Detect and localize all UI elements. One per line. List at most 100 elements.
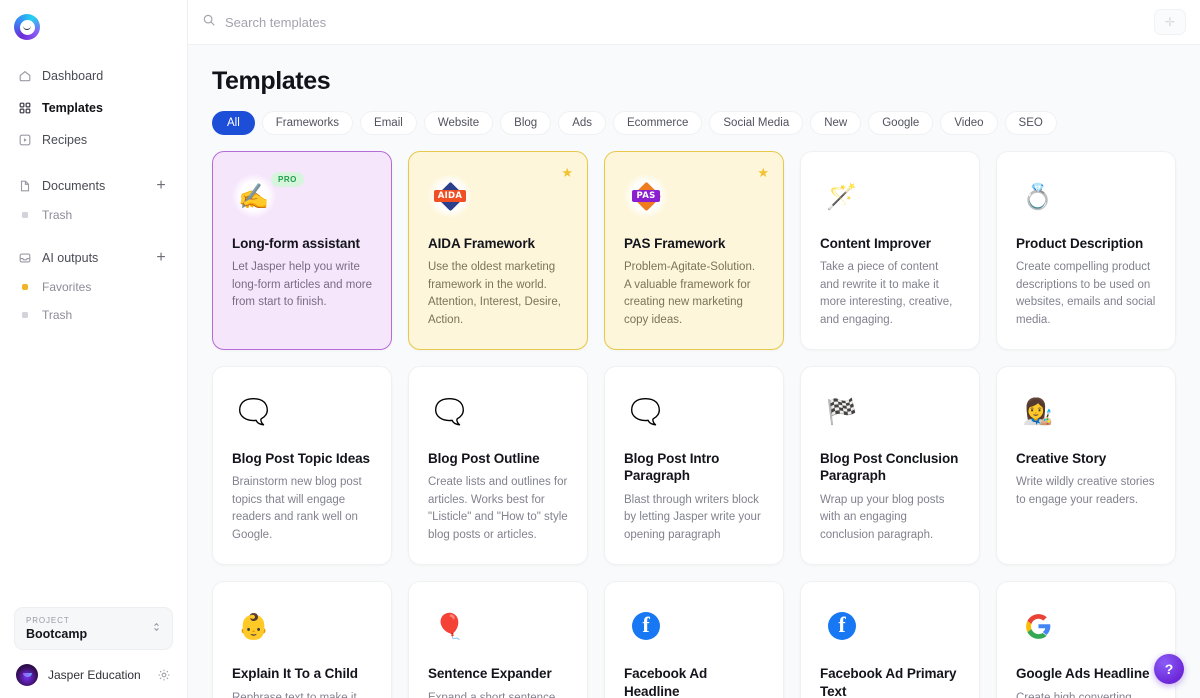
template-title: AIDA Framework [428,235,568,252]
gear-icon[interactable] [157,668,171,682]
template-title: Content Improver [820,235,960,252]
template-icon: 🪄 [820,174,864,218]
template-title: Blog Post Intro Paragraph [624,450,764,485]
filter-chip-frameworks[interactable]: Frameworks [262,111,353,135]
sidebar-item-label: Trash [42,208,72,222]
add-document-button[interactable]: + [153,178,169,194]
template-icon: 💍 [1016,174,1060,218]
template-card[interactable]: Google Ads HeadlineCreate high convertin… [996,581,1176,698]
balloon-emoji: 🎈 [434,614,465,639]
template-title: Facebook Ad Headline [624,665,764,698]
template-card[interactable]: 💍Product DescriptionCreate compelling pr… [996,151,1176,350]
template-card[interactable]: ★PASPAS FrameworkProblem-Agitate-Solutio… [604,151,784,350]
filter-chip-seo[interactable]: SEO [1005,111,1057,135]
sidebar-item-favorites[interactable]: Favorites [10,274,177,300]
search-input[interactable] [225,15,1144,30]
template-card[interactable]: 🗨️ Blog Post Outline Create lists and outl… [408,366,588,565]
filter-chip-website[interactable]: Website [424,111,493,135]
template-description: Use the oldest marketing framework in th… [428,259,568,329]
template-card[interactable]: 🎈Sentence ExpanderExpand a short sentenc… [408,581,588,698]
sidebar-item-templates[interactable]: Templates [10,94,177,122]
template-icon: f [820,604,864,648]
template-card[interactable]: 👶Explain It To a ChildRephrase text to m… [212,581,392,698]
template-title: Blog Post Outline [428,450,568,467]
filter-chip-video[interactable]: Video [940,111,997,135]
filter-chip-email[interactable]: Email [360,111,417,135]
templates-grid: PRO✍️Long-form assistantLet Jasper help … [212,151,1176,698]
filter-chip-blog[interactable]: Blog [500,111,551,135]
user-name: Jasper Education [48,668,147,682]
template-description: Brainstorm new blog post topics that wil… [232,474,372,544]
ring-emoji: 💍 [1022,184,1053,209]
sidebar-item-label: Documents [42,179,143,193]
help-button[interactable]: ? [1154,654,1184,684]
template-icon: ✍️ [232,174,276,218]
template-card[interactable]: fFacebook Ad HeadlineGenerate scroll-sto… [604,581,784,698]
filter-chip-all[interactable]: All [212,111,255,135]
template-card[interactable]: 🗨️Blog Post Topic IdeasBrainstorm new bl… [212,366,392,565]
inbox-icon [18,251,32,265]
add-ai-output-button[interactable]: + [153,250,169,266]
template-card[interactable]: 👩‍🎨Creative StoryWrite wildly creative s… [996,366,1176,565]
speech-balloon-emoji: 🗨️ [238,399,269,424]
sidebar-item-recipes[interactable]: Recipes [10,126,177,154]
template-description: Write wildly creative stories to engage … [1016,474,1156,509]
star-icon[interactable]: ★ [561,166,573,179]
template-icon: 🗨️ [624,389,668,433]
favorite-dot-icon [18,284,32,290]
template-card[interactable]: fFacebook Ad Primary TextCreate high con… [800,581,980,698]
template-card[interactable]: ★ AIDA AIDA Framework Use the oldest market… [408,151,588,350]
content-inner: Templates All Frameworks Email Website Blog A… [188,45,1200,698]
sidebar: Dashboard Templates [0,0,188,698]
aida-logo: AIDA [435,181,465,211]
sidebar-item-dashboard[interactable]: Dashboard [10,62,177,90]
template-title: Long-form assistant [232,235,372,252]
template-icon [1016,604,1060,648]
star-icon[interactable]: ★ [757,166,769,179]
pro-badge: PRO [271,172,304,187]
logo-face-icon [23,26,31,30]
template-card[interactable]: PRO✍️Long-form assistantLet Jasper help … [212,151,392,350]
template-card[interactable]: 🪄Content ImproverTake a piece of content… [800,151,980,350]
filter-chip-google[interactable]: Google [868,111,933,135]
template-description: Rephrase text to make it easier to read … [232,690,372,698]
chevron-updown-icon[interactable] [152,620,161,637]
trash-dot-icon [18,312,32,318]
chequered-flag-emoji: 🏁 [826,399,857,424]
filter-chip-ads[interactable]: Ads [558,111,606,135]
sidebar-item-label: Recipes [42,133,87,147]
page-title: Templates [212,67,1176,96]
template-icon: 🗨️ [428,389,472,433]
filter-chip-social-media[interactable]: Social Media [709,111,803,135]
template-icon: f [624,604,668,648]
template-description: Create lists and outlines for articles. … [428,474,568,544]
template-description: Create high converting copy for the "Hea… [1016,690,1156,698]
project-selector[interactable]: PROJECT Bootcamp [14,607,173,650]
filter-chip-ecommerce[interactable]: Ecommerce [613,111,702,135]
avatar [16,664,38,686]
filter-chip-new[interactable]: New [810,111,861,135]
sidebar-item-ai-outputs[interactable]: AI outputs + [10,244,177,272]
template-card[interactable]: 🗨️Blog Post Intro ParagraphBlast through… [604,366,784,565]
jasper-logo[interactable] [14,14,40,40]
sidebar-item-label: AI outputs [42,251,143,265]
search-bar[interactable] [202,7,1144,37]
trash-dot-icon [18,212,32,218]
template-title: PAS Framework [624,235,764,252]
sidebar-item-documents[interactable]: Documents + [10,172,177,200]
template-description: Problem-Agitate-Solution. A valuable fra… [624,259,764,329]
sparkle-button[interactable]: ✛ [1154,9,1186,35]
document-icon [18,179,32,193]
template-icon: 🏁 [820,389,864,433]
facebook-logo: f [632,612,660,640]
sidebar-item-label: Templates [42,101,103,115]
sidebar-item-ai-trash[interactable]: Trash [10,302,177,328]
sidebar-item-documents-trash[interactable]: Trash [10,202,177,228]
template-card[interactable]: 🏁Blog Post Conclusion ParagraphWrap up y… [800,366,980,565]
speech-balloon-emoji: 🗨️ [434,399,465,424]
project-label: PROJECT [26,616,152,625]
template-title: Explain It To a Child [232,665,372,682]
template-title: Product Description [1016,235,1156,252]
user-row[interactable]: Jasper Education [14,664,173,686]
template-title: Creative Story [1016,450,1156,467]
